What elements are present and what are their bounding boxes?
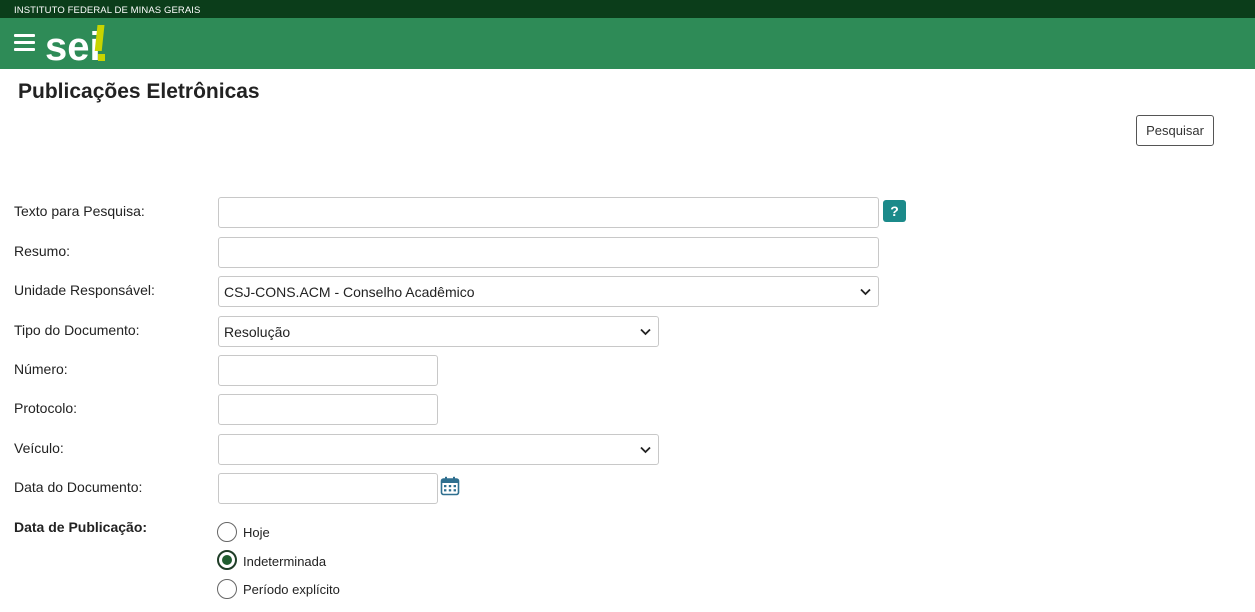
- summary-input[interactable]: [218, 237, 879, 268]
- responsible-unit-label: Unidade Responsável:: [14, 282, 155, 298]
- sei-logo[interactable]: sei: [45, 20, 115, 66]
- chevron-down-icon: [640, 446, 651, 454]
- radio-undetermined[interactable]: [217, 550, 237, 570]
- radio-explicit-period-label: Período explícito: [243, 582, 340, 597]
- search-text-label: Texto para Pesquisa:: [14, 203, 145, 219]
- publication-date-label: Data de Publicação:: [14, 519, 148, 535]
- document-type-select[interactable]: Resolução: [218, 316, 659, 347]
- radio-today[interactable]: [217, 522, 237, 542]
- page-title: Publicações Eletrônicas: [18, 80, 260, 103]
- responsible-unit-value: CSJ-CONS.ACM - Conselho Acadêmico: [224, 284, 475, 300]
- document-type-label: Tipo do Documento:: [14, 322, 140, 338]
- document-type-value: Resolução: [224, 324, 291, 340]
- logo-text: sei: [45, 25, 101, 66]
- vehicle-select[interactable]: [218, 434, 659, 465]
- protocol-input[interactable]: [218, 394, 438, 425]
- responsible-unit-select[interactable]: CSJ-CONS.ACM - Conselho Acadêmico: [218, 276, 879, 307]
- document-date-label: Data do Documento:: [14, 479, 143, 495]
- institution-bar: INSTITUTO FEDERAL DE MINAS GERAIS: [0, 0, 1255, 18]
- chevron-down-icon: [640, 328, 651, 336]
- number-label: Número:: [14, 361, 68, 377]
- vehicle-label: Veículo:: [14, 440, 64, 456]
- menu-icon[interactable]: [14, 34, 35, 52]
- search-text-input[interactable]: [218, 197, 879, 228]
- calendar-icon[interactable]: [440, 476, 460, 496]
- document-date-input[interactable]: [218, 473, 438, 504]
- radio-undetermined-label: Indeterminada: [243, 554, 327, 569]
- help-icon[interactable]: ?: [883, 200, 906, 222]
- number-input[interactable]: [218, 355, 438, 386]
- radio-today-label: Hoje: [243, 525, 270, 540]
- app-header: sei: [0, 18, 1255, 69]
- chevron-down-icon: [860, 288, 871, 296]
- summary-label: Resumo:: [14, 243, 71, 259]
- search-button[interactable]: Pesquisar: [1136, 115, 1214, 146]
- institution-name: INSTITUTO FEDERAL DE MINAS GERAIS: [14, 5, 201, 16]
- radio-explicit-period[interactable]: [217, 579, 237, 599]
- protocol-label: Protocolo:: [14, 400, 78, 416]
